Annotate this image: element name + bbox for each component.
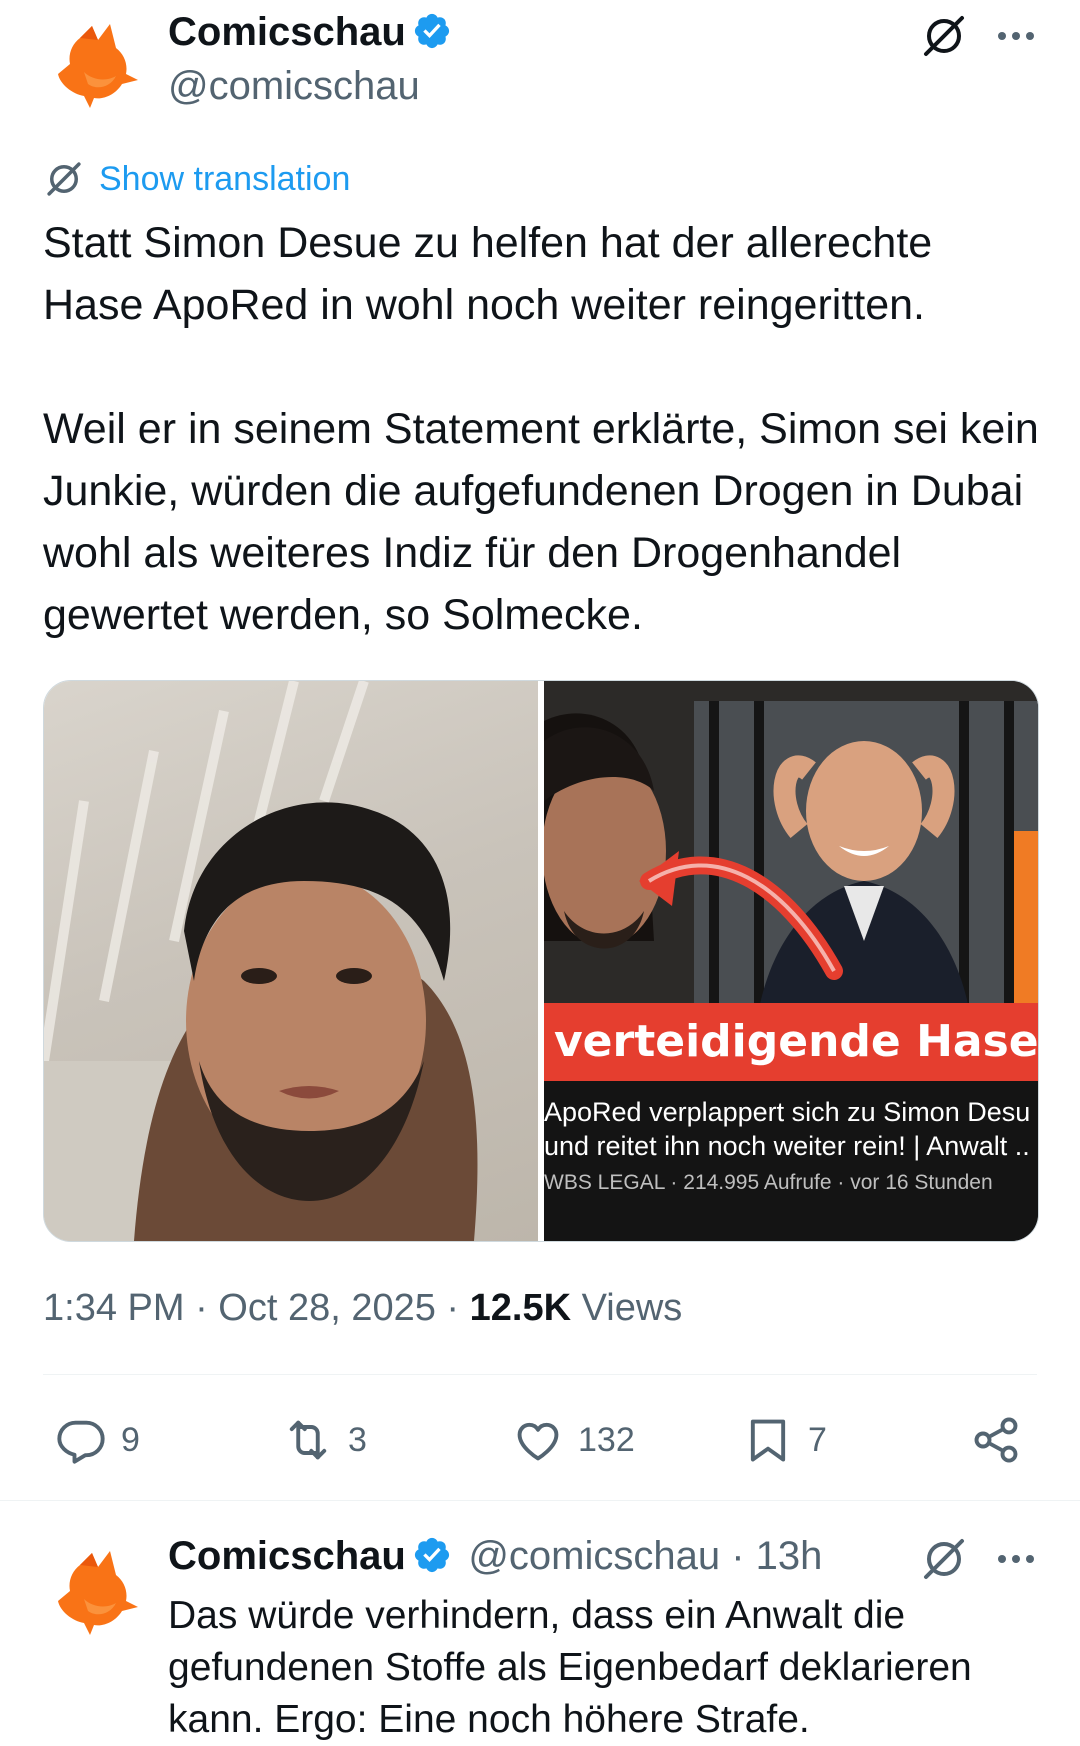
thumbnail-banner: verteidigende Hase (554, 1016, 1038, 1067)
media-image-left[interactable] (44, 681, 538, 1241)
reply-header: Comicschau @comicschau · 13h (168, 1532, 822, 1580)
media-image-right[interactable]: verteidigende Hase ApoRed verplappert si… (544, 681, 1038, 1241)
tweet-timestamp[interactable]: 1:34 PM · Oct 28, 2025 · (43, 1287, 470, 1329)
reply-author-handle[interactable]: @comicschau · 13h (468, 1534, 822, 1578)
reply-author-name[interactable]: Comicschau (168, 1534, 406, 1578)
show-translation-link[interactable]: Show translation (43, 158, 350, 200)
reply-count: 9 (121, 1420, 140, 1459)
bookmark-button[interactable]: 7 (742, 1410, 827, 1470)
more-button[interactable] (992, 12, 1040, 60)
show-translation-label[interactable]: Show translation (99, 159, 350, 199)
reply-author-avatar[interactable] (50, 1545, 140, 1635)
like-count: 132 (578, 1420, 635, 1459)
more-icon (998, 1555, 1034, 1563)
share-button[interactable] (970, 1410, 1022, 1470)
author-name-row[interactable]: Comicschau (168, 8, 452, 56)
repost-count: 3 (348, 1420, 367, 1459)
repost-button[interactable]: 3 (282, 1410, 367, 1470)
tweet-meta: 1:34 PM · Oct 28, 2025 · 12.5K Views (43, 1285, 682, 1331)
like-button[interactable]: 132 (512, 1410, 635, 1470)
verified-badge-icon (414, 1537, 449, 1573)
video-title-line2: und reitet ihn noch weiter rein! | Anwal… (544, 1131, 1030, 1161)
author-avatar[interactable] (50, 18, 140, 108)
divider (0, 1500, 1080, 1501)
bookmark-count: 7 (808, 1420, 827, 1459)
tweet-media[interactable]: verteidigende Hase ApoRed verplappert si… (43, 680, 1039, 1242)
video-title-line1: ApoRed verplappert sich zu Simon Desu (544, 1097, 1031, 1127)
more-icon (998, 32, 1034, 40)
repost-icon (289, 1420, 327, 1460)
grok-icon (47, 162, 81, 196)
bookmark-icon (750, 1419, 786, 1462)
grok-icon (924, 1539, 964, 1579)
reply-button[interactable]: 9 (55, 1410, 140, 1470)
reply-text: Das würde verhindern, dass ein Anwalt di… (168, 1594, 972, 1741)
reply-more-button[interactable] (992, 1535, 1040, 1583)
share-icon (974, 1417, 1018, 1463)
video-meta: WBS LEGAL · 214.995 Aufrufe · vor 16 Stu… (544, 1171, 993, 1194)
verified-badge-icon (414, 13, 449, 49)
like-icon (517, 1422, 559, 1461)
views-count: 12.5K (469, 1287, 572, 1329)
author-handle[interactable]: @comicschau (168, 62, 420, 110)
views-label: Views (571, 1287, 683, 1329)
grok-button[interactable] (920, 12, 968, 60)
reply-grok-button[interactable] (920, 1535, 968, 1583)
reply-icon (57, 1420, 105, 1464)
fox-avatar-icon (58, 24, 138, 108)
tweet-text: Statt Simon Desue zu helfen hat der alle… (43, 219, 1039, 639)
fox-avatar-icon (58, 1551, 138, 1635)
person-photo (44, 681, 478, 1241)
divider (43, 1374, 1037, 1375)
author-name[interactable]: Comicschau (168, 10, 406, 54)
grok-icon (924, 16, 964, 56)
